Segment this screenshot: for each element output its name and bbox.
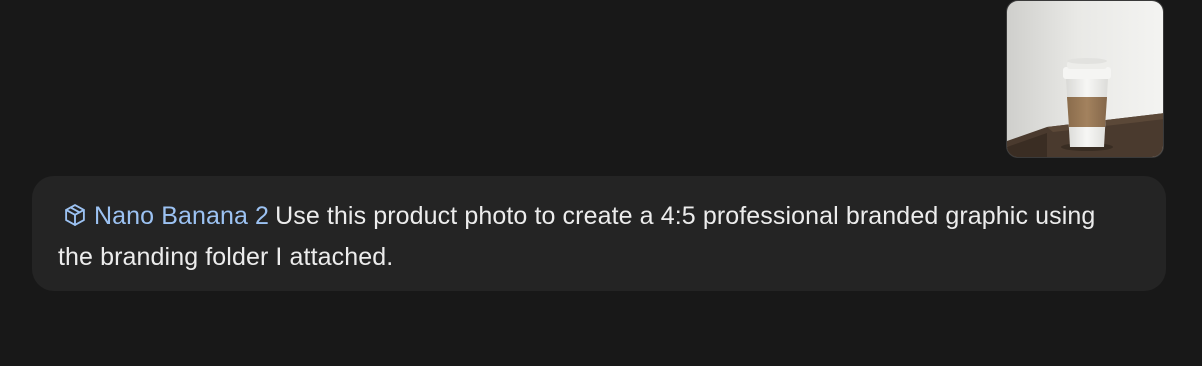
coffee-cup-photo: [1007, 1, 1163, 157]
tool-chip-nano-banana[interactable]: Nano Banana 2: [58, 202, 269, 230]
cube-icon: [65, 204, 85, 226]
tool-chip-label: Nano Banana 2: [94, 202, 270, 230]
message-text-block: Nano Banana 2 Use this product photo to c…: [58, 196, 1106, 278]
user-message-bubble: Nano Banana 2 Use this product photo to c…: [32, 176, 1166, 291]
attached-image-thumbnail[interactable]: [1006, 0, 1164, 158]
chat-canvas: Nano Banana 2 Use this product photo to c…: [0, 0, 1202, 366]
